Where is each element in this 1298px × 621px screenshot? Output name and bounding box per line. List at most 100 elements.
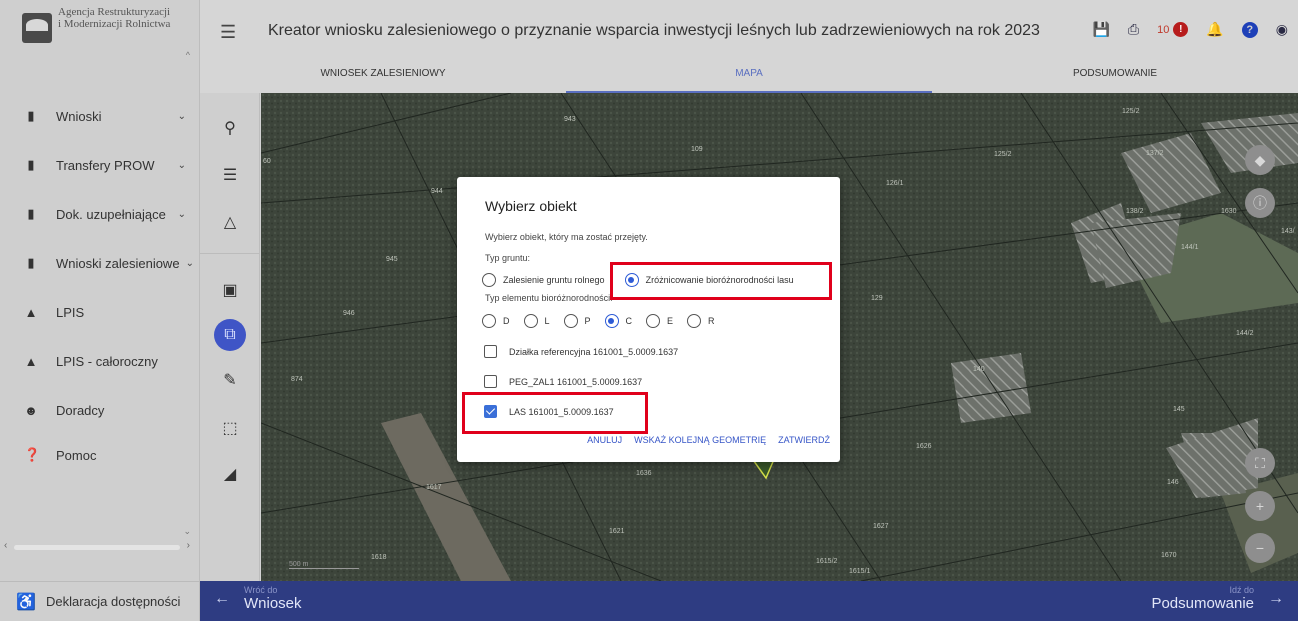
- radio-c[interactable]: C: [604, 314, 632, 328]
- bell-icon[interactable]: 🔔: [1206, 21, 1223, 38]
- checkbox-dzialka-referencyjna[interactable]: Działka referencyjna 161001_5.0009.1637: [484, 345, 678, 358]
- parcel-label: 1636: [636, 470, 652, 477]
- parcel-label: 143/: [1281, 228, 1295, 235]
- trees-icon[interactable]: △: [214, 207, 246, 239]
- logo-text: Agencja Restrukturyzacji i Modernizacji …: [58, 6, 170, 30]
- parcel-label: 946: [343, 310, 355, 317]
- select-object-icon[interactable]: ▣: [214, 275, 246, 307]
- dialog-description: Wybierz obiekt, który ma zostać przejęty…: [485, 232, 648, 242]
- back-target: Wniosek: [244, 595, 302, 612]
- back-label: Wróć do Wniosek: [244, 585, 302, 612]
- notifications-button[interactable]: 10 !: [1157, 22, 1189, 37]
- next-target: Podsumowanie: [1151, 595, 1254, 612]
- chevron-down-icon: ⌄: [177, 159, 186, 171]
- radio-label: L: [544, 316, 550, 326]
- radio-circle[interactable]: [687, 314, 702, 328]
- checkbox-peg-zal1[interactable]: PEG_ZAL1 161001_5.0009.1637: [484, 375, 642, 388]
- radio-zalesienie-gruntu-rolnego[interactable]: Zalesienie gruntu rolnego: [482, 273, 605, 287]
- parcel-label: 145: [1173, 406, 1185, 413]
- fullscreen-icon[interactable]: ⛶: [1245, 448, 1275, 478]
- alert-icon: !: [1173, 22, 1189, 37]
- radio-circle[interactable]: [563, 314, 578, 328]
- sidebar-item-label: Pomoc: [56, 447, 97, 463]
- scroll-down-icon[interactable]: ⌄: [183, 526, 191, 537]
- next-geometry-button[interactable]: WSKAŻ KOLEJNĄ GEOMETRIĘ: [634, 435, 766, 445]
- accessibility-icon: ♿: [16, 593, 36, 611]
- radio-circle[interactable]: [482, 273, 496, 287]
- radio-circle-checked[interactable]: [604, 314, 619, 328]
- back-to-wniosek-button[interactable]: ← Wróć do Wniosek: [214, 585, 302, 612]
- parcel-label: 126/1: [886, 180, 904, 187]
- cancel-button[interactable]: ANULUJ: [587, 435, 622, 445]
- tab-wniosek-zalesieniowy[interactable]: WNIOSEK ZALESIENIOWY: [200, 58, 566, 93]
- arimr-logo[interactable]: Agencja Restrukturyzacji i Modernizacji …: [0, 0, 200, 60]
- radio-e[interactable]: E: [646, 314, 673, 328]
- sidebar-item-label: Wnioski: [56, 108, 102, 124]
- scrollbar-track[interactable]: [14, 545, 180, 550]
- radio-circle[interactable]: [523, 314, 538, 328]
- tab-podsumowanie[interactable]: PODSUMOWANIE: [932, 58, 1298, 93]
- radio-r[interactable]: R: [687, 314, 715, 328]
- parcel-label: 944: [431, 188, 443, 195]
- sidebar-item-label: Doradcy: [56, 402, 105, 418]
- radio-l[interactable]: L: [523, 314, 550, 328]
- checkbox[interactable]: [484, 345, 497, 358]
- scroll-up-icon[interactable]: ^: [186, 50, 190, 60]
- scroll-right-icon[interactable]: ›: [187, 540, 190, 551]
- sidebar-item-lpis-caloroczny[interactable]: ▲ LPIS - całoroczny: [0, 341, 200, 381]
- zoom-in-icon[interactable]: +: [1245, 491, 1275, 521]
- sidebar-item-wnioski[interactable]: ▮ Wnioski ⌄: [0, 96, 200, 136]
- go-to-podsumowanie-button[interactable]: Idź do Podsumowanie →: [1151, 585, 1284, 612]
- header-actions: 💾 ⎙ 10 ! 🔔 ? ◉: [1092, 21, 1288, 38]
- scroll-left-icon[interactable]: ‹: [4, 540, 7, 551]
- zoom-out-icon[interactable]: −: [1245, 533, 1275, 563]
- radio-d[interactable]: D: [482, 314, 510, 328]
- pencil-icon[interactable]: ✎: [214, 365, 246, 397]
- sidebar-horizontal-scrollbar[interactable]: ‹ ›: [0, 540, 200, 554]
- list-icon[interactable]: ☰: [214, 160, 246, 192]
- sidebar-item-dok-uzupelniajace[interactable]: ▮ Dok. uzupełniające ⌄: [0, 194, 200, 234]
- radio-label: D: [503, 316, 510, 326]
- info-icon[interactable]: ⓘ: [1245, 188, 1275, 218]
- back-caption: Wróć do: [244, 585, 278, 595]
- checkbox[interactable]: [484, 375, 497, 388]
- radio-p[interactable]: P: [563, 314, 591, 328]
- parcel-label: 129: [871, 295, 883, 302]
- sidebar-item-pomoc[interactable]: ❓ Pomoc: [0, 435, 200, 475]
- sidebar-item-wnioski-zalesieniowe[interactable]: ▮ Wnioski zalesieniowe ⌄: [0, 243, 200, 283]
- rectangle-select-icon[interactable]: ⬚: [214, 413, 246, 445]
- radio-label: R: [708, 316, 715, 326]
- toolbar-divider: [200, 253, 260, 254]
- parcel-label: 945: [386, 256, 398, 263]
- tab-mapa[interactable]: MAPA: [566, 58, 932, 93]
- parcel-label: 138/2: [1126, 208, 1144, 215]
- sidebar-item-doradcy[interactable]: ☻ Doradcy: [0, 390, 200, 430]
- parcel-label: 1621: [609, 528, 625, 535]
- chevron-down-icon: ⌄: [177, 110, 186, 122]
- next-caption: Idź do: [1229, 585, 1254, 595]
- copy-geometry-icon[interactable]: ⧉: [214, 319, 246, 351]
- measure-icon[interactable]: ◢: [214, 459, 246, 491]
- next-label: Idź do Podsumowanie: [1151, 585, 1254, 612]
- parcel-label: 1615/2: [816, 558, 838, 565]
- declaration-label: Deklaracja dostępności: [46, 594, 181, 609]
- sidebar-item-label: LPIS: [56, 304, 85, 320]
- menu-icon[interactable]: ☰: [220, 22, 236, 43]
- search-icon[interactable]: ⚲: [214, 113, 246, 145]
- account-icon[interactable]: ◉: [1276, 21, 1288, 38]
- map-scale-bar: 500 m: [289, 561, 359, 569]
- confirm-button[interactable]: ZATWIERDŹ: [778, 435, 830, 445]
- sidebar-item-label: Dok. uzupełniające: [56, 206, 166, 222]
- layers-icon[interactable]: ◆: [1245, 145, 1275, 175]
- sidebar-item-transfery-prow[interactable]: ▮ Transfery PROW ⌄: [0, 145, 200, 185]
- sidebar: Agencja Restrukturyzacji i Modernizacji …: [0, 0, 200, 621]
- landscape-icon: ▲: [24, 304, 38, 320]
- sidebar-item-lpis[interactable]: ▲ LPIS: [0, 292, 200, 332]
- accessibility-declaration-link[interactable]: ♿ Deklaracja dostępności: [0, 581, 200, 621]
- radio-circle[interactable]: [482, 314, 496, 328]
- radio-circle[interactable]: [646, 314, 661, 328]
- save-icon[interactable]: 💾: [1092, 21, 1109, 38]
- help-icon[interactable]: ?: [1241, 21, 1258, 38]
- sidebar-item-label: Transfery PROW: [56, 157, 155, 173]
- print-icon[interactable]: ⎙: [1128, 21, 1139, 38]
